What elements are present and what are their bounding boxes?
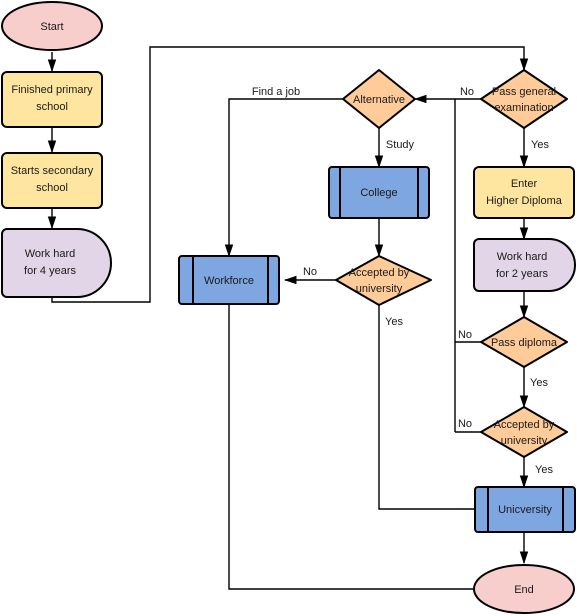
enter-higher-diploma-label-line1: Enter — [511, 178, 538, 190]
edge-layer — [47, 46, 529, 594]
node-pass-diploma[interactable]: Pass diploma — [480, 316, 568, 368]
pass-general-label-line2: examination — [494, 102, 553, 114]
node-start[interactable]: Start — [1, 1, 103, 51]
edge-label-no-accepted-college: No — [303, 266, 317, 278]
edge-label-no-pass-general: No — [460, 86, 474, 98]
work-hard-2-shape[interactable] — [473, 238, 576, 292]
edge-label-yes-pass-general: Yes — [531, 139, 549, 151]
accepted-diploma-label-line1: Accepted by — [494, 419, 555, 431]
flowchart-svg: Start Finished primary school Starts sec… — [1, 1, 576, 614]
node-enter-higher-diploma[interactable]: Enter Higher Diploma — [473, 166, 575, 219]
edge-label-yes-accepted-diploma: Yes — [535, 464, 553, 476]
alternative-label: Alternative — [353, 94, 405, 106]
accepted-college-label-line2: university — [356, 283, 403, 295]
work-hard-4-shape[interactable] — [1, 228, 112, 298]
node-end[interactable]: End — [473, 564, 575, 614]
node-college[interactable]: College — [328, 166, 430, 219]
finished-primary-shape[interactable] — [1, 71, 103, 128]
edge-label-yes-pass-diploma: Yes — [530, 377, 548, 389]
node-starts-secondary[interactable]: Starts secondary school — [1, 152, 103, 209]
finished-primary-label-line1: Finished primary — [11, 84, 93, 96]
node-accepted-by-university-diploma[interactable]: Accepted by university — [480, 406, 568, 458]
edge-workforce-to-end — [228, 304, 489, 594]
finished-primary-label-line2: school — [36, 101, 68, 113]
node-alternative[interactable]: Alternative — [342, 69, 416, 129]
pass-general-label-line1: Pass general — [492, 86, 556, 98]
starts-secondary-shape[interactable] — [1, 152, 103, 209]
edge-label-no-accepted-diploma: No — [458, 418, 472, 430]
workforce-label: Workforce — [204, 275, 254, 287]
accepted-college-shape[interactable] — [335, 255, 432, 306]
flowchart-canvas: Start Finished primary school Starts sec… — [0, 0, 577, 616]
work-hard-2-label-line2: for 2 years — [496, 268, 548, 280]
college-label: College — [360, 187, 397, 199]
node-accepted-by-university-college[interactable]: Accepted by university — [335, 255, 432, 306]
node-university[interactable]: Unicversity — [474, 486, 576, 533]
accepted-college-label-line1: Accepted by — [349, 267, 410, 279]
edge-label-yes-accepted-college: Yes — [385, 316, 403, 328]
work-hard-2-label-line1: Work hard — [497, 251, 548, 263]
node-workforce[interactable]: Workforce — [178, 255, 280, 305]
university-label: Unicversity — [498, 504, 552, 516]
node-pass-general[interactable]: Pass general examination — [480, 69, 568, 129]
enter-higher-diploma-shape[interactable] — [473, 166, 575, 219]
pass-diploma-label: Pass diploma — [491, 337, 558, 349]
edge-alternative-find-a-job-to-workforce — [224, 98, 343, 258]
node-finished-primary[interactable]: Finished primary school — [1, 71, 103, 128]
end-label: End — [514, 584, 534, 596]
node-work-hard-2[interactable]: Work hard for 2 years — [473, 238, 576, 292]
accepted-diploma-label-line2: university — [501, 435, 548, 447]
starts-secondary-label-line1: Starts secondary — [11, 165, 94, 177]
enter-higher-diploma-label-line2: Higher Diploma — [486, 195, 563, 207]
pass-general-shape[interactable] — [480, 69, 568, 129]
start-label: Start — [40, 21, 63, 33]
edge-label-no-pass-diploma: No — [458, 329, 472, 341]
edge-label-study: Study — [386, 139, 415, 151]
work-hard-4-label-line1: Work hard — [25, 248, 76, 260]
accepted-diploma-shape[interactable] — [480, 406, 568, 458]
node-work-hard-4[interactable]: Work hard for 4 years — [1, 228, 112, 298]
edge-label-find-a-job: Find a job — [252, 86, 300, 98]
work-hard-4-label-line2: for 4 years — [24, 265, 76, 277]
starts-secondary-label-line2: school — [36, 182, 68, 194]
